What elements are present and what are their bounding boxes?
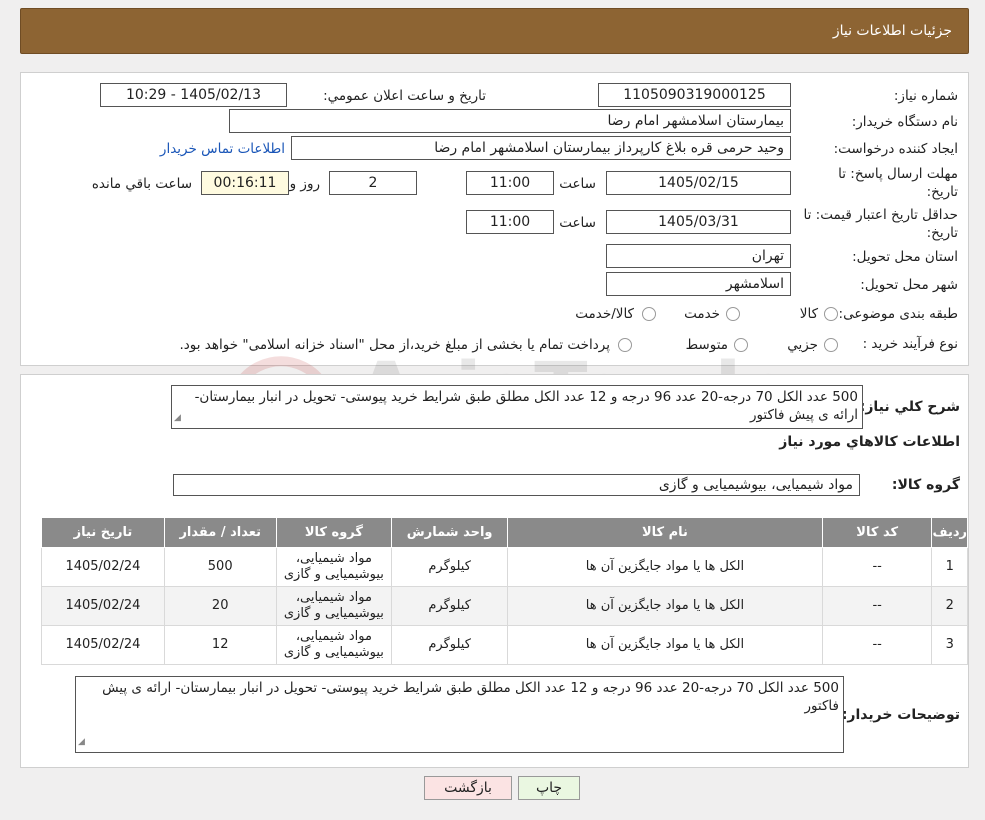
- announce-datetime-field: 1405/02/13 - 10:29: [100, 83, 287, 107]
- back-button[interactable]: بازگشت: [424, 776, 512, 800]
- price-validity-label: حداقل تاريخ اعتبار قيمت: تا تاريخ:: [803, 207, 958, 241]
- category-goods-label: کالا: [799, 306, 818, 322]
- treasury-note: پرداخت تمام يا بخشی از مبلغ خريد،از محل …: [179, 337, 610, 353]
- table-cell: الکل ها يا مواد جايگزين آن ها: [507, 625, 823, 665]
- need-info-panel: AriaTender.neT شماره نياز: 1105090319000…: [20, 72, 969, 437]
- category-service-radio[interactable]: [726, 307, 740, 321]
- table-cell: مواد شيميايی، بيوشيميايی و گازی: [275, 547, 393, 587]
- category-goods-radio[interactable]: [824, 307, 838, 321]
- summary-textarea: 500 عدد الکل 70 درجه-20 عدد 96 درجه و 12…: [171, 385, 863, 429]
- process-label: نوع فرآيند خريد :: [862, 336, 958, 352]
- summary-label: شرح کلي نياز:: [859, 399, 960, 415]
- table-row: 3 -- الکل ها يا مواد جايگزين آن ها کيلوگ…: [41, 625, 968, 665]
- remaining-time-field: 00:16:11: [201, 171, 289, 195]
- validity-time-field: 11:00: [466, 210, 554, 234]
- category-service-label: خدمت: [684, 306, 720, 322]
- table-cell: مواد شيميايی، بيوشيميايی و گازی: [275, 625, 393, 665]
- need-number-field: 1105090319000125: [598, 83, 791, 107]
- reply-date-field: 1405/02/15: [606, 171, 791, 195]
- table-cell: الکل ها يا مواد جايگزين آن ها: [507, 547, 823, 587]
- buyer-notes-text: 500 عدد الکل 70 درجه-20 عدد 96 درجه و 12…: [102, 680, 839, 714]
- table-cell: 3: [931, 625, 968, 665]
- col-need-date: تاريخ نياز: [41, 517, 165, 548]
- table-cell: --: [821, 625, 933, 665]
- validity-time-label: ساعت: [559, 215, 596, 231]
- buyer-notes-textarea: 500 عدد الکل 70 درجه-20 عدد 96 درجه و 12…: [75, 676, 844, 753]
- goods-group-label: گروه کالا:: [891, 477, 960, 493]
- buyer-notes-label: توضيحات خريدار:: [841, 707, 960, 723]
- col-row-number: رديف: [931, 517, 968, 548]
- page-title-bar: جزئيات اطلاعات نياز: [20, 8, 969, 54]
- print-button[interactable]: چاپ: [518, 776, 580, 800]
- table-cell: 12: [163, 625, 277, 665]
- category-goods-service-radio[interactable]: [642, 307, 656, 321]
- table-row: 2 -- الکل ها يا مواد جايگزين آن ها کيلوگ…: [41, 586, 968, 626]
- treasury-note-checkbox[interactable]: [618, 338, 632, 352]
- goods-group-field: مواد شيميايی، بيوشيميايی و گازی: [173, 474, 860, 496]
- process-minor-radio[interactable]: [824, 338, 838, 352]
- reply-deadline-label: مهلت ارسال پاسخ: تا تاريخ:: [838, 166, 958, 200]
- buyer-contact-link[interactable]: اطلاعات تماس خريدار: [160, 141, 285, 157]
- table-row: 1 -- الکل ها يا مواد جايگزين آن ها کيلوگ…: [41, 547, 968, 587]
- remaining-days-field: 2: [329, 171, 417, 195]
- category-label: طبقه بندی موضوعی:: [838, 306, 958, 322]
- province-field: تهران: [606, 244, 791, 268]
- process-medium-radio[interactable]: [734, 338, 748, 352]
- page-title: جزئيات اطلاعات نياز: [832, 23, 952, 39]
- table-cell: 2: [931, 586, 968, 626]
- reply-time-field: 11:00: [466, 171, 554, 195]
- process-medium-label: متوسط: [685, 337, 728, 353]
- city-field: اسلامشهر: [606, 272, 791, 296]
- announce-label: تاريخ و ساعت اعلان عمومي:: [323, 88, 486, 104]
- table-cell: 1405/02/24: [41, 547, 165, 587]
- buyer-org-field: بيمارستان اسلامشهر امام رضا: [229, 109, 791, 133]
- col-goods-group: گروه کالا: [275, 517, 393, 548]
- days-label: روز و: [289, 176, 320, 192]
- table-cell: --: [821, 547, 933, 587]
- need-number-label: شماره نياز:: [893, 88, 958, 104]
- col-goods-code: کد کالا: [821, 517, 933, 548]
- col-goods-name: نام کالا: [507, 517, 823, 548]
- need-details-panel: شرح کلي نياز: 500 عدد الکل 70 درجه-20 عد…: [20, 374, 969, 768]
- table-cell: 1: [931, 547, 968, 587]
- table-cell: کيلوگرم: [391, 586, 508, 626]
- table-cell: 1405/02/24: [41, 625, 165, 665]
- process-minor-label: جزيي: [787, 337, 818, 353]
- goods-table-header: رديف کد کالا نام کالا واحد شمارش گروه کا…: [41, 517, 968, 548]
- goods-info-title: اطلاعات کالاهاي مورد نياز: [779, 434, 960, 450]
- resize-handle-icon[interactable]: ◢: [174, 409, 181, 427]
- city-label: شهر محل تحويل:: [860, 277, 958, 293]
- table-cell: کيلوگرم: [391, 625, 508, 665]
- col-unit: واحد شمارش: [391, 517, 508, 548]
- requester-label: ايجاد کننده درخواست:: [833, 141, 958, 157]
- table-cell: الکل ها يا مواد جايگزين آن ها: [507, 586, 823, 626]
- table-cell: 20: [163, 586, 277, 626]
- table-cell: مواد شيميايی، بيوشيميايی و گازی: [275, 586, 393, 626]
- category-goods-service-label: کالا/خدمت: [575, 306, 634, 322]
- resize-handle-icon[interactable]: ◢: [78, 733, 85, 751]
- table-cell: 1405/02/24: [41, 586, 165, 626]
- summary-text: 500 عدد الکل 70 درجه-20 عدد 96 درجه و 12…: [194, 389, 858, 423]
- validity-date-field: 1405/03/31: [606, 210, 791, 234]
- reply-time-label: ساعت: [559, 176, 596, 192]
- col-quantity: تعداد / مقدار: [163, 517, 277, 548]
- table-cell: 500: [163, 547, 277, 587]
- province-label: استان محل تحويل:: [852, 249, 958, 265]
- remaining-label: ساعت باقي مانده: [91, 176, 192, 192]
- requester-field: وحيد حرمی قره بلاغ کارپرداز بيمارستان اس…: [291, 136, 791, 160]
- table-cell: کيلوگرم: [391, 547, 508, 587]
- table-cell: --: [821, 586, 933, 626]
- buyer-org-label: نام دستگاه خريدار:: [851, 114, 958, 130]
- goods-table: رديف کد کالا نام کالا واحد شمارش گروه کا…: [41, 517, 968, 665]
